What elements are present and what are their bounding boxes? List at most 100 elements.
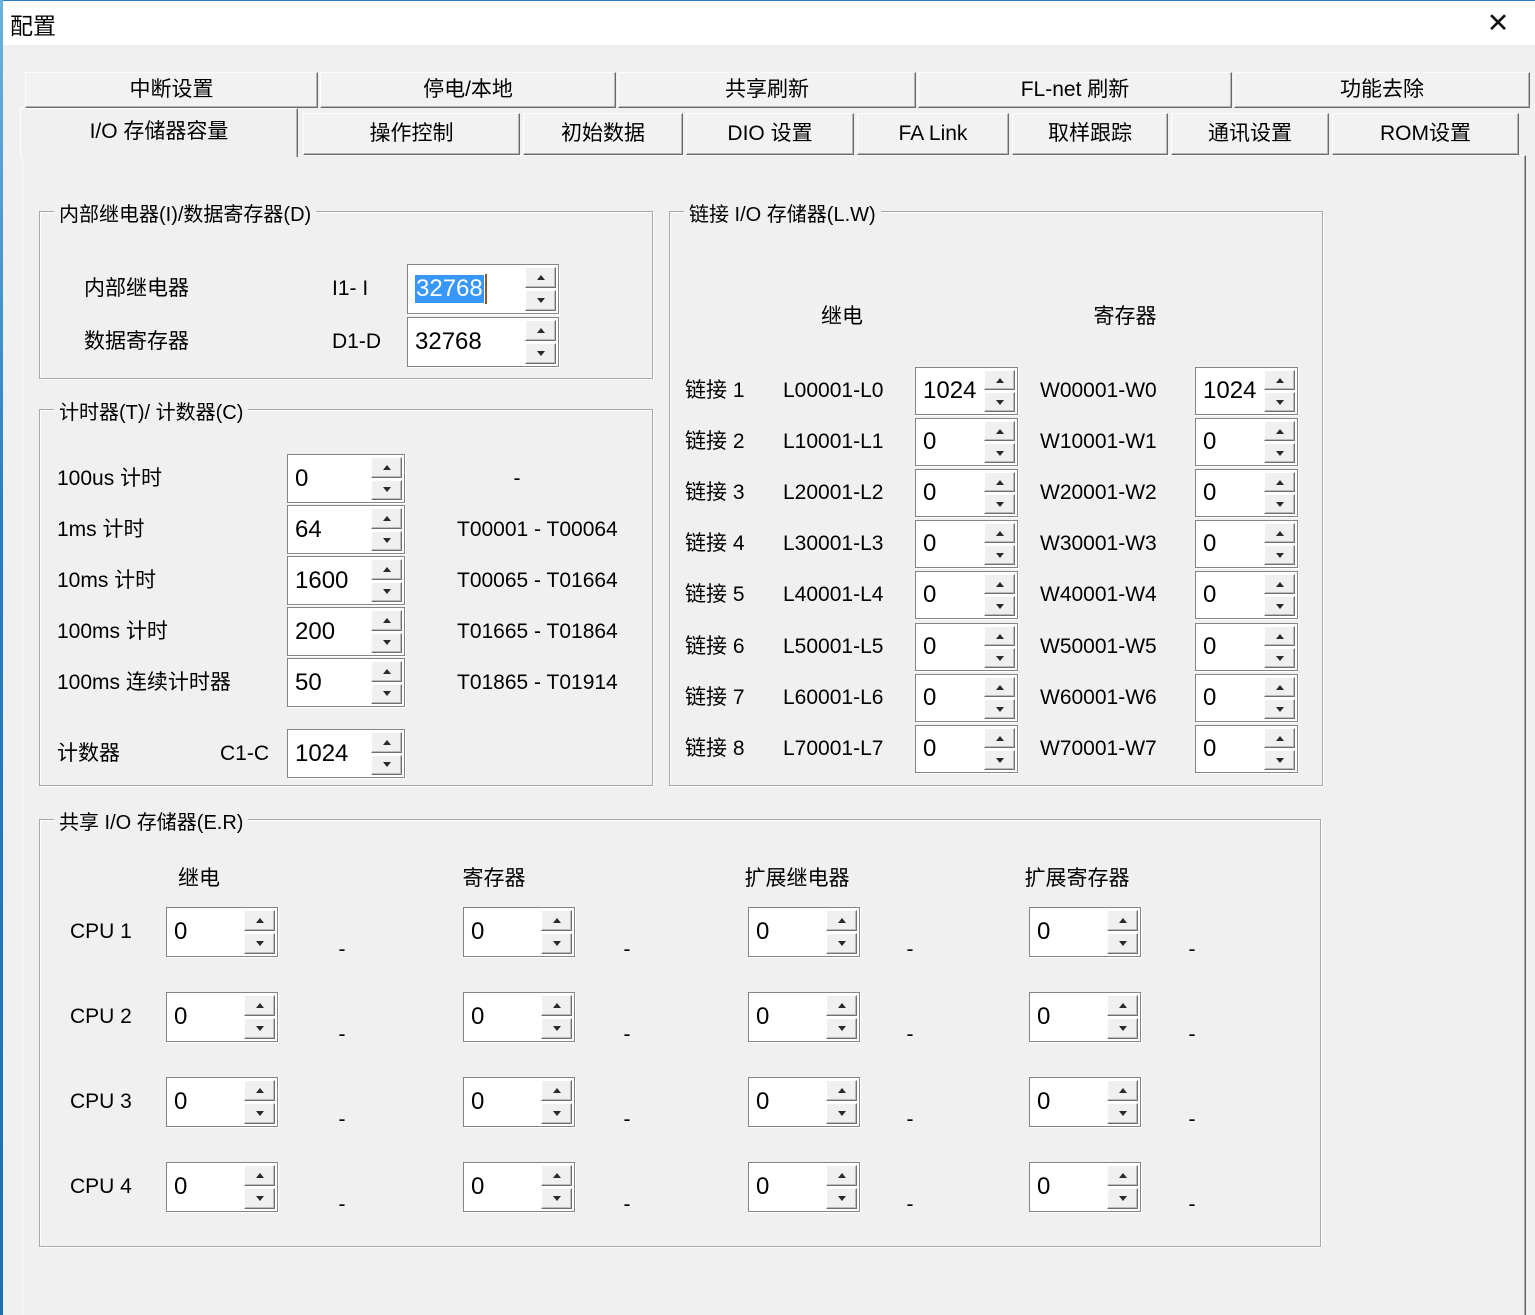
link2-register-spinner[interactable]: 0 bbox=[1195, 418, 1298, 466]
tab-shared-refresh[interactable]: 共享刷新 bbox=[618, 72, 916, 108]
link6-register-spinner[interactable]: 0 bbox=[1195, 623, 1298, 671]
spin-up-button[interactable] bbox=[371, 457, 402, 478]
spin-down-button[interactable] bbox=[525, 343, 556, 364]
spin-down-button[interactable] bbox=[244, 1103, 275, 1124]
spin-down-button[interactable] bbox=[1264, 443, 1295, 463]
spinner-value[interactable]: 1024 bbox=[295, 730, 366, 777]
spin-up-button[interactable] bbox=[826, 910, 857, 931]
spin-down-button[interactable] bbox=[1264, 545, 1295, 565]
spin-up-button[interactable] bbox=[1264, 626, 1295, 646]
spin-up-button[interactable] bbox=[984, 677, 1015, 697]
spin-down-button[interactable] bbox=[371, 633, 402, 654]
tab-rom-settings[interactable]: ROM设置 bbox=[1332, 113, 1519, 155]
spin-down-button[interactable] bbox=[371, 684, 402, 705]
spin-up-button[interactable] bbox=[1264, 370, 1295, 390]
spin-down-button[interactable] bbox=[1107, 933, 1138, 954]
spinner-value[interactable]: 0 bbox=[174, 908, 239, 956]
spinner-value[interactable]: 0 bbox=[923, 624, 979, 670]
timer-100ms-cont-spinner[interactable]: 50 bbox=[287, 658, 405, 707]
spin-down-button[interactable] bbox=[984, 494, 1015, 514]
link4-register-spinner[interactable]: 0 bbox=[1195, 520, 1298, 568]
spinner-value[interactable]: 0 bbox=[1037, 993, 1102, 1041]
spinner-value[interactable]: 0 bbox=[756, 993, 821, 1041]
spinner-value[interactable]: 0 bbox=[1203, 675, 1259, 721]
link3-relay-spinner[interactable]: 0 bbox=[915, 469, 1018, 517]
spin-up-button[interactable] bbox=[984, 574, 1015, 594]
data-register-spinner[interactable]: 32768 bbox=[407, 317, 559, 367]
spin-down-button[interactable] bbox=[1264, 596, 1295, 616]
spin-up-button[interactable] bbox=[984, 626, 1015, 646]
spinner-value[interactable]: 0 bbox=[923, 521, 979, 567]
spin-up-button[interactable] bbox=[1264, 472, 1295, 492]
spinner-value[interactable]: 0 bbox=[756, 1163, 821, 1211]
spinner-value[interactable]: 0 bbox=[1203, 572, 1259, 618]
spin-up-button[interactable] bbox=[1264, 677, 1295, 697]
spin-down-button[interactable] bbox=[1264, 648, 1295, 668]
spin-up-button[interactable] bbox=[826, 1165, 857, 1186]
cpu2-ext-relay-spinner[interactable]: 0 bbox=[748, 992, 860, 1042]
timer-100ms-spinner[interactable]: 200 bbox=[287, 607, 405, 656]
spinner-value[interactable]: 0 bbox=[174, 993, 239, 1041]
spin-up-button[interactable] bbox=[1264, 728, 1295, 748]
spin-down-button[interactable] bbox=[984, 596, 1015, 616]
spinner-value[interactable]: 0 bbox=[923, 419, 979, 465]
spin-up-button[interactable] bbox=[984, 421, 1015, 441]
link1-relay-spinner[interactable]: 1024 bbox=[915, 367, 1018, 415]
cpu4-ext-relay-spinner[interactable]: 0 bbox=[748, 1162, 860, 1212]
spinner-value[interactable]: 32768 bbox=[415, 318, 520, 366]
cpu3-ext-relay-spinner[interactable]: 0 bbox=[748, 1077, 860, 1127]
spin-up-button[interactable] bbox=[371, 508, 402, 529]
spin-up-button[interactable] bbox=[1264, 574, 1295, 594]
spinner-value[interactable]: 0 bbox=[923, 675, 979, 721]
spin-up-button[interactable] bbox=[984, 472, 1015, 492]
spin-down-button[interactable] bbox=[1107, 1018, 1138, 1039]
spin-up-button[interactable] bbox=[371, 661, 402, 682]
spin-up-button[interactable] bbox=[1107, 1080, 1138, 1101]
spinner-value[interactable]: 0 bbox=[471, 1078, 536, 1126]
spin-up-button[interactable] bbox=[244, 995, 275, 1016]
cpu4-relay-spinner[interactable]: 0 bbox=[166, 1162, 278, 1212]
link8-relay-spinner[interactable]: 0 bbox=[915, 725, 1018, 773]
spinner-value[interactable]: 0 bbox=[923, 572, 979, 618]
spin-down-button[interactable] bbox=[984, 648, 1015, 668]
spinner-value[interactable]: 0 bbox=[756, 1078, 821, 1126]
tab-flnet-refresh[interactable]: FL-net 刷新 bbox=[918, 72, 1232, 108]
spin-up-button[interactable] bbox=[371, 610, 402, 631]
spinner-value[interactable]: 64 bbox=[295, 506, 366, 553]
spinner-value[interactable]: 0 bbox=[1037, 908, 1102, 956]
timer-1ms-spinner[interactable]: 64 bbox=[287, 505, 405, 554]
spin-up-button[interactable] bbox=[244, 1165, 275, 1186]
link5-relay-spinner[interactable]: 0 bbox=[915, 571, 1018, 619]
spin-down-button[interactable] bbox=[371, 480, 402, 501]
cpu3-ext-register-spinner[interactable]: 0 bbox=[1029, 1077, 1141, 1127]
spinner-value[interactable]: 0 bbox=[923, 726, 979, 772]
spinner-value[interactable]: 0 bbox=[471, 1163, 536, 1211]
link5-register-spinner[interactable]: 0 bbox=[1195, 571, 1298, 619]
spin-up-button[interactable] bbox=[541, 910, 572, 931]
spinner-value[interactable]: 0 bbox=[1203, 419, 1259, 465]
cpu2-ext-register-spinner[interactable]: 0 bbox=[1029, 992, 1141, 1042]
spin-down-button[interactable] bbox=[826, 1018, 857, 1039]
spin-down-button[interactable] bbox=[1107, 1188, 1138, 1209]
tab-interrupt-settings[interactable]: 中断设置 bbox=[25, 72, 318, 108]
spin-down-button[interactable] bbox=[541, 1188, 572, 1209]
spinner-value[interactable]: 1600 bbox=[295, 557, 366, 604]
spin-down-button[interactable] bbox=[984, 699, 1015, 719]
spin-down-button[interactable] bbox=[826, 1188, 857, 1209]
cpu1-relay-spinner[interactable]: 0 bbox=[166, 907, 278, 957]
counter-spinner[interactable]: 1024 bbox=[287, 729, 405, 778]
spinner-value[interactable]: 0 bbox=[923, 470, 979, 516]
tab-io-memory-capacity[interactable]: I/O 存储器容量 bbox=[20, 108, 298, 157]
spinner-value[interactable]: 1024 bbox=[1203, 368, 1259, 414]
spin-up-button[interactable] bbox=[541, 1080, 572, 1101]
spin-up-button[interactable] bbox=[525, 267, 556, 288]
spin-down-button[interactable] bbox=[826, 933, 857, 954]
link8-register-spinner[interactable]: 0 bbox=[1195, 725, 1298, 773]
tab-initial-data[interactable]: 初始数据 bbox=[523, 113, 683, 155]
spin-up-button[interactable] bbox=[984, 728, 1015, 748]
tab-dio-settings[interactable]: DIO 设置 bbox=[686, 113, 854, 155]
link3-register-spinner[interactable]: 0 bbox=[1195, 469, 1298, 517]
link6-relay-spinner[interactable]: 0 bbox=[915, 623, 1018, 671]
spin-down-button[interactable] bbox=[244, 933, 275, 954]
link7-register-spinner[interactable]: 0 bbox=[1195, 674, 1298, 722]
